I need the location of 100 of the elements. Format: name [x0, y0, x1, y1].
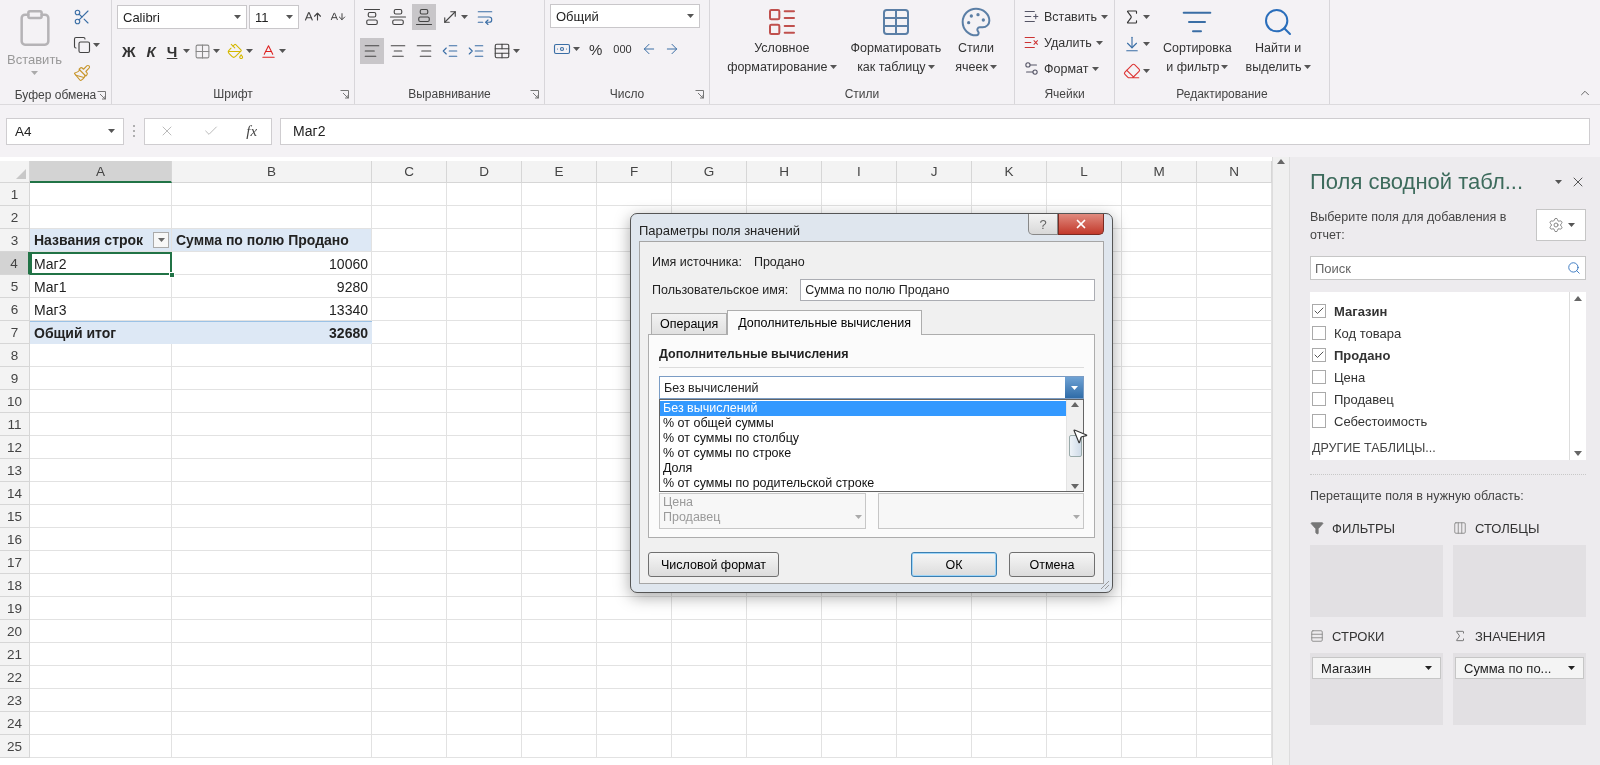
column-header[interactable]: H — [747, 161, 822, 183]
checkbox[interactable] — [1312, 414, 1326, 428]
field-label[interactable]: Код товара — [1334, 325, 1402, 341]
field-label[interactable]: Магазин — [1334, 303, 1388, 319]
row-header[interactable]: 3 — [0, 229, 30, 252]
row-header[interactable]: 12 — [0, 436, 30, 459]
column-header[interactable]: L — [1047, 161, 1122, 183]
editing-button[interactable]: Сортировка и фильтр — [1159, 4, 1236, 78]
column-header[interactable]: D — [447, 161, 522, 183]
editing-button[interactable]: Найти и выделить — [1241, 4, 1315, 78]
row-header[interactable]: 21 — [0, 643, 30, 666]
tab[interactable]: Операция — [651, 313, 728, 334]
row-header[interactable]: 1 — [0, 183, 30, 206]
number-format-select[interactable]: Общий — [550, 4, 700, 28]
field-label[interactable]: Продавец — [1334, 391, 1394, 407]
column-header[interactable]: B — [172, 161, 372, 183]
dialog-launcher-icon[interactable] — [530, 89, 539, 99]
column-header[interactable]: F — [597, 161, 672, 183]
row-header[interactable]: 16 — [0, 528, 30, 551]
styles-button[interactable]: Стили ячеек — [951, 4, 1001, 78]
search-field[interactable]: Поиск — [1310, 256, 1586, 280]
vertical-scrollbar[interactable] — [1272, 157, 1290, 765]
help-button[interactable]: ? — [1028, 214, 1058, 235]
dropdown-option[interactable]: % от суммы по родительской строке — [660, 476, 1066, 491]
row-header[interactable]: 24 — [0, 712, 30, 735]
cells-button[interactable]: Вставить — [1020, 4, 1111, 29]
settings-button[interactable] — [1536, 209, 1586, 241]
column-header[interactable]: N — [1197, 161, 1272, 183]
dialog-launcher-icon[interactable] — [340, 89, 349, 99]
checkbox[interactable] — [1312, 392, 1326, 406]
dialog-button[interactable]: Отмена — [1009, 552, 1095, 577]
scroll-up-icon[interactable] — [1071, 402, 1079, 407]
filter-dropdown-button[interactable] — [153, 232, 169, 248]
formula-input[interactable]: Маг2 — [280, 117, 1590, 145]
calculation-dropdown[interactable]: Без вычислений — [659, 376, 1084, 399]
dialog-button[interactable]: Числовой формат — [648, 552, 780, 577]
drop-zone[interactable]: Сумма по по... — [1453, 653, 1586, 725]
horizontal-align-button[interactable] — [360, 38, 384, 64]
row-header[interactable]: 18 — [0, 574, 30, 597]
dialog-button[interactable]: ОК — [911, 552, 997, 577]
row-header[interactable]: 14 — [0, 482, 30, 505]
row-header[interactable]: 6 — [0, 298, 30, 321]
column-header[interactable]: I — [822, 161, 897, 183]
name-box[interactable]: A4 — [6, 117, 124, 145]
column-header[interactable]: K — [972, 161, 1047, 183]
field-label[interactable]: Себестоимость — [1334, 413, 1428, 429]
italic-button[interactable]: К — [141, 38, 161, 64]
checkbox[interactable] — [1312, 370, 1326, 384]
field-label[interactable]: Продано — [1334, 347, 1391, 363]
font-name-select[interactable]: Calibri — [117, 5, 247, 29]
column-header[interactable]: C — [372, 161, 447, 183]
checkbox[interactable] — [1312, 304, 1326, 318]
percent-button[interactable]: % — [584, 36, 608, 62]
area-field-button[interactable]: Магазин — [1312, 657, 1441, 679]
dropdown-button[interactable] — [1065, 377, 1083, 398]
dropdown-option[interactable]: Доля — [660, 461, 1066, 476]
row-header[interactable]: 22 — [0, 666, 30, 689]
font-size-select[interactable]: 11 — [249, 5, 299, 29]
bold-button[interactable]: Ж — [117, 38, 141, 64]
row-header[interactable]: 19 — [0, 597, 30, 620]
tab[interactable]: Дополнительные вычисления — [727, 310, 922, 335]
row-header[interactable]: 13 — [0, 459, 30, 482]
column-header[interactable]: J — [897, 161, 972, 183]
checkbox[interactable] — [1312, 326, 1326, 340]
row-header[interactable]: 25 — [0, 735, 30, 758]
row-header[interactable]: 8 — [0, 344, 30, 367]
dialog-launcher-icon[interactable] — [695, 89, 704, 99]
scroll-up-icon[interactable] — [1277, 159, 1285, 164]
resize-grip-icon[interactable] — [1100, 580, 1110, 590]
area-field-button[interactable]: Сумма по по... — [1455, 657, 1584, 679]
checkbox[interactable] — [1312, 348, 1326, 362]
cells-button[interactable]: Удалить — [1020, 30, 1111, 55]
row-header[interactable]: 20 — [0, 620, 30, 643]
styles-button[interactable]: Форматировать как таблицу — [846, 4, 946, 78]
field-label[interactable]: Цена — [1334, 369, 1366, 385]
thousands-button[interactable]: 000 — [608, 36, 637, 62]
close-button[interactable] — [1058, 214, 1104, 235]
dropdown-option[interactable]: % от общей суммы — [660, 416, 1066, 431]
row-header[interactable]: 7 — [0, 321, 30, 344]
dropdown-option[interactable]: % от суммы по столбцу — [660, 431, 1066, 446]
row-header[interactable]: 4 — [0, 252, 30, 275]
row-header[interactable]: 9 — [0, 367, 30, 390]
row-header[interactable]: 11 — [0, 413, 30, 436]
scroll-down-icon[interactable] — [1071, 484, 1079, 489]
drag-handle-icon[interactable] — [132, 124, 136, 138]
dialog-launcher-icon[interactable] — [97, 90, 106, 100]
vertical-align-button[interactable] — [412, 4, 436, 30]
styles-button[interactable]: Условное форматирование — [723, 4, 841, 78]
drop-zone[interactable]: Магазин — [1310, 653, 1443, 725]
row-header[interactable]: 15 — [0, 505, 30, 528]
column-header[interactable]: A — [30, 161, 172, 183]
scrollbar[interactable] — [1066, 400, 1083, 491]
cells-button[interactable]: Формат — [1020, 56, 1111, 81]
underline-button[interactable]: Ч — [161, 38, 183, 64]
row-header[interactable]: 17 — [0, 551, 30, 574]
scroll-down-icon[interactable] — [1574, 451, 1582, 456]
dropdown-option[interactable]: % от суммы по строке — [660, 446, 1066, 461]
row-header[interactable]: 2 — [0, 206, 30, 229]
row-header[interactable]: 10 — [0, 390, 30, 413]
column-header[interactable]: M — [1122, 161, 1197, 183]
